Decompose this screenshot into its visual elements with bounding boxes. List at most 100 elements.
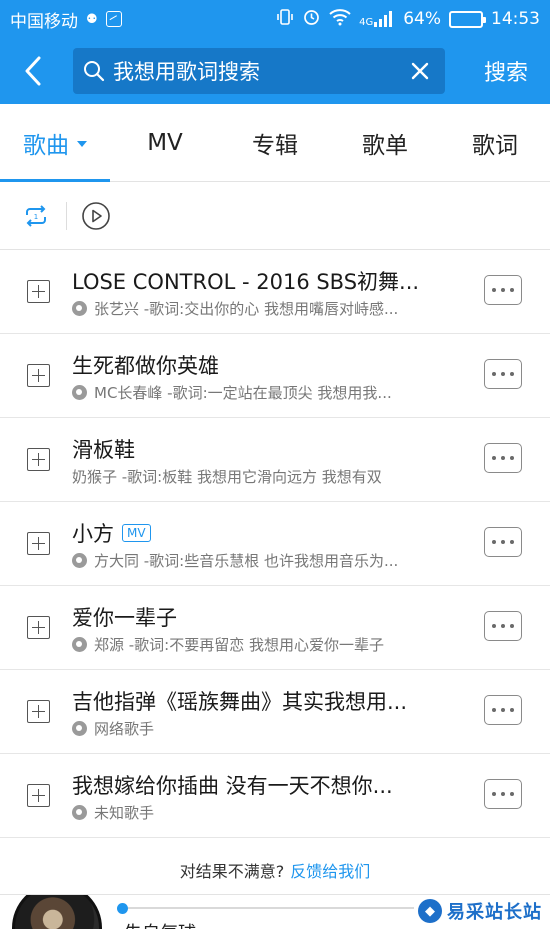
- song-row[interactable]: 吉他指弹《瑶族舞曲》其实我想用... 网络歌手: [0, 670, 550, 754]
- carrier-label: 中国移动: [10, 11, 78, 32]
- song-subtitle: 网络歌手: [72, 718, 462, 739]
- song-title: 滑板鞋: [72, 434, 450, 464]
- song-title-text: 吉他指弹《瑶族舞曲》其实我想用...: [72, 690, 408, 714]
- dot-icon: [492, 792, 496, 796]
- back-button[interactable]: [0, 38, 66, 104]
- tab-mv[interactable]: MV: [110, 104, 220, 181]
- song-subtitle-text: 未知歌手: [94, 804, 155, 822]
- status-bar: 中国移动 ⚉ 4G 64% 14:53: [0, 0, 550, 38]
- song-title-text: 我想嫁给你插曲 没有一天不想你...: [72, 774, 393, 798]
- dot-icon: [510, 624, 514, 628]
- song-title: 爱你一辈子: [72, 602, 450, 632]
- dot-icon: [510, 708, 514, 712]
- play-circle-icon: [82, 201, 110, 230]
- song-list: LOSE CONTROL - 2016 SBS初舞... 张艺兴 -歌词:交出你…: [0, 250, 550, 838]
- tab-lyrics[interactable]: 歌词: [440, 104, 550, 181]
- dot-icon: [501, 792, 505, 796]
- watermark: ◆ 易采站长站: [414, 895, 550, 929]
- add-to-playlist-button[interactable]: [27, 448, 50, 471]
- song-row[interactable]: 小方 MV 方大同 -歌词:些音乐慧根 也许我想用音乐为...: [0, 502, 550, 586]
- dot-icon: [501, 456, 505, 460]
- song-title-text: LOSE CONTROL - 2016 SBS初舞...: [72, 270, 420, 294]
- signal-icon: 4G: [359, 10, 395, 28]
- song-subtitle: 未知歌手: [72, 802, 462, 823]
- clear-search-button[interactable]: [405, 56, 435, 86]
- lyrics-source-icon: [72, 553, 87, 568]
- network-type-label: 4G: [359, 17, 374, 28]
- song-title: 生死都做你英雄: [72, 350, 450, 380]
- add-to-playlist-button[interactable]: [27, 532, 50, 555]
- now-playing-title: 失自气球: [124, 919, 196, 929]
- add-to-playlist-button[interactable]: [27, 280, 50, 303]
- song-row[interactable]: 我想嫁给你插曲 没有一天不想你... 未知歌手: [0, 754, 550, 838]
- feedback-bar: 对结果不满意? 反馈给我们: [0, 846, 550, 894]
- mv-badge[interactable]: MV: [122, 524, 151, 542]
- tab-playlists[interactable]: 歌单: [330, 104, 440, 181]
- album-art-avatar[interactable]: [12, 895, 102, 929]
- feedback-prompt: 对结果不满意?: [179, 862, 285, 881]
- play-all-button[interactable]: [81, 201, 111, 231]
- vibrate-icon: [276, 8, 294, 31]
- tab-songs[interactable]: 歌曲: [0, 104, 110, 182]
- song-subtitle: 奶猴子 -歌词:板鞋 我想用它滑向远方 我想有双: [72, 466, 462, 487]
- dot-icon: [501, 288, 505, 292]
- lyrics-source-icon: [72, 805, 87, 820]
- mini-player[interactable]: 失自气球 ◆ 易采站长站: [0, 894, 550, 929]
- more-options-button[interactable]: [484, 359, 522, 389]
- tab-bar: 歌曲 MV 专辑 歌单 歌词: [0, 104, 550, 182]
- song-subtitle-text: 奶猴子 -歌词:板鞋 我想用它滑向远方 我想有双: [72, 468, 382, 486]
- repeat-mode-button[interactable]: 1: [22, 204, 50, 228]
- dot-icon: [510, 372, 514, 376]
- more-options-button[interactable]: [484, 527, 522, 557]
- lyrics-source-icon: [72, 301, 87, 316]
- tab-lyrics-label: 歌词: [472, 132, 518, 159]
- song-row[interactable]: 生死都做你英雄 MC长春峰 -歌词:一定站在最顶尖 我想用我...: [0, 334, 550, 418]
- progress-thumb[interactable]: [117, 903, 128, 914]
- alarm-icon: [302, 7, 321, 31]
- tab-mv-label: MV: [147, 129, 183, 156]
- tab-playlists-label: 歌单: [362, 132, 408, 159]
- song-row[interactable]: 滑板鞋 奶猴子 -歌词:板鞋 我想用它滑向远方 我想有双: [0, 418, 550, 502]
- feedback-link[interactable]: 反馈给我们: [290, 858, 370, 882]
- repeat-icon: 1: [26, 204, 46, 227]
- progress-track[interactable]: [128, 907, 414, 909]
- song-title: 我想嫁给你插曲 没有一天不想你...: [72, 770, 450, 800]
- song-title: 吉他指弹《瑶族舞曲》其实我想用...: [72, 686, 450, 716]
- song-subtitle: 张艺兴 -歌词:交出你的心 我想用嘴唇对峙感...: [72, 298, 462, 319]
- dot-icon: [501, 372, 505, 376]
- add-to-playlist-button[interactable]: [27, 616, 50, 639]
- add-to-playlist-button[interactable]: [27, 784, 50, 807]
- add-to-playlist-button[interactable]: [27, 364, 50, 387]
- dot-icon: [492, 624, 496, 628]
- tab-albums[interactable]: 专辑: [220, 104, 330, 181]
- add-to-playlist-button[interactable]: [27, 700, 50, 723]
- dot-icon: [492, 540, 496, 544]
- dot-icon: [501, 708, 505, 712]
- dot-icon: [510, 792, 514, 796]
- song-subtitle-text: 方大同 -歌词:些音乐慧根 也许我想用音乐为...: [94, 552, 399, 570]
- song-title: 小方 MV: [72, 518, 450, 548]
- more-options-button[interactable]: [484, 779, 522, 809]
- watermark-text: 易采站长站: [447, 902, 542, 923]
- search-input[interactable]: 我想用歌词搜索: [73, 48, 445, 94]
- song-row[interactable]: 爱你一辈子 郑源 -歌词:不要再留恋 我想用心爱你一辈子: [0, 586, 550, 670]
- dot-icon: [510, 540, 514, 544]
- data-sync-icon: ⚉: [86, 11, 98, 27]
- dot-icon: [492, 288, 496, 292]
- lyrics-source-icon: [72, 721, 87, 736]
- svg-text:1: 1: [34, 213, 38, 221]
- more-options-button[interactable]: [484, 695, 522, 725]
- more-options-button[interactable]: [484, 275, 522, 305]
- lyrics-source-icon: [72, 637, 87, 652]
- more-options-button[interactable]: [484, 611, 522, 641]
- song-subtitle-text: 张艺兴 -歌词:交出你的心 我想用嘴唇对峙感...: [94, 300, 399, 318]
- dot-icon: [501, 624, 505, 628]
- song-title-text: 生死都做你英雄: [72, 354, 219, 378]
- search-button[interactable]: 搜索: [484, 55, 528, 87]
- dot-icon: [510, 288, 514, 292]
- dot-icon: [501, 540, 505, 544]
- song-row[interactable]: LOSE CONTROL - 2016 SBS初舞... 张艺兴 -歌词:交出你…: [0, 250, 550, 334]
- wifi-icon: [329, 8, 351, 31]
- more-options-button[interactable]: [484, 443, 522, 473]
- search-query: 我想用歌词搜索: [113, 60, 260, 84]
